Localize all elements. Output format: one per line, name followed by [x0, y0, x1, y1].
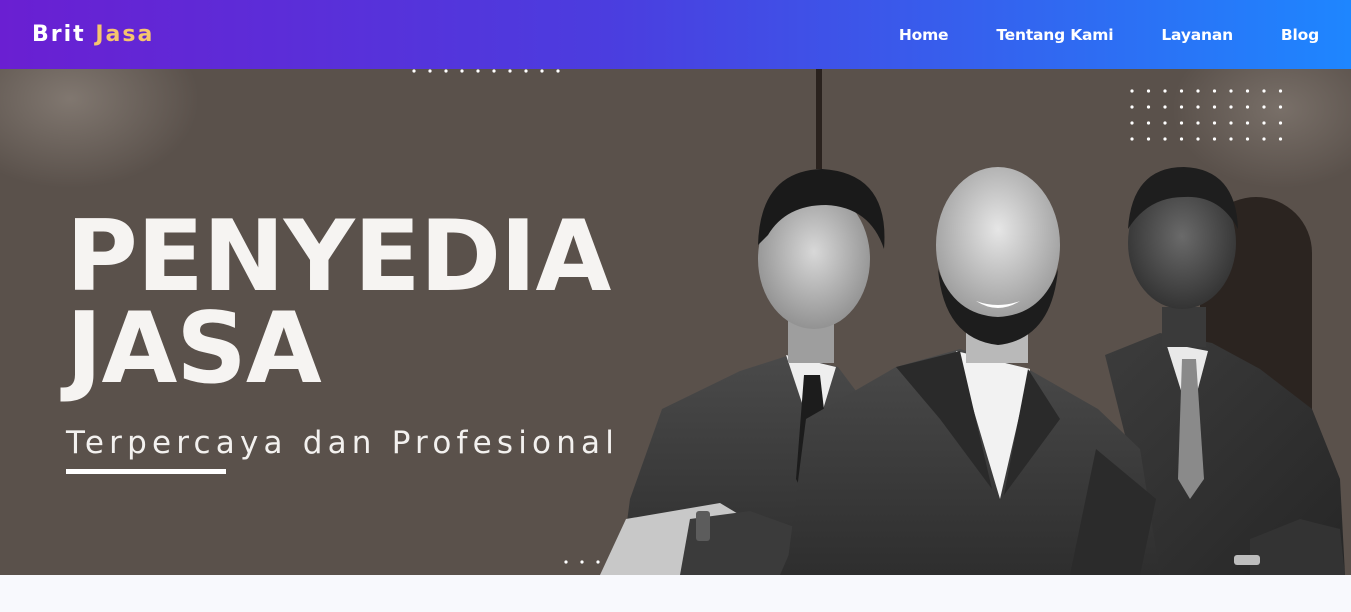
hero-title-line-2: JASA: [66, 292, 322, 406]
navbar: Brit Jasa Home Tentang Kami Layanan Blog: [0, 0, 1351, 69]
hero-glow-decoration: [0, 69, 200, 189]
subtitle-underline: [66, 469, 226, 474]
brand-primary: Brit: [32, 22, 86, 47]
nav-link-tentang-kami[interactable]: Tentang Kami: [996, 26, 1113, 44]
hero-title-line-1: PENYEDIA: [66, 200, 611, 314]
nav-link-home[interactable]: Home: [899, 26, 949, 44]
page-bottom-strip: [0, 575, 1351, 612]
brand-accent: Jasa: [95, 22, 155, 47]
dotted-line-decoration: [412, 69, 560, 73]
nav-link-layanan[interactable]: Layanan: [1161, 26, 1233, 44]
hero-title: PENYEDIA JASA: [66, 200, 611, 406]
hero-subtitle: Terpercaya dan Profesional: [66, 425, 620, 461]
brand-logo[interactable]: Brit Jasa: [32, 22, 154, 47]
nav-link-blog[interactable]: Blog: [1281, 26, 1319, 44]
three-businessmen-photo: [600, 167, 1345, 575]
main-nav: Home Tentang Kami Layanan Blog: [899, 26, 1319, 44]
hero-banner: PENYEDIA JASA Terpercaya dan Profesional: [0, 69, 1351, 575]
